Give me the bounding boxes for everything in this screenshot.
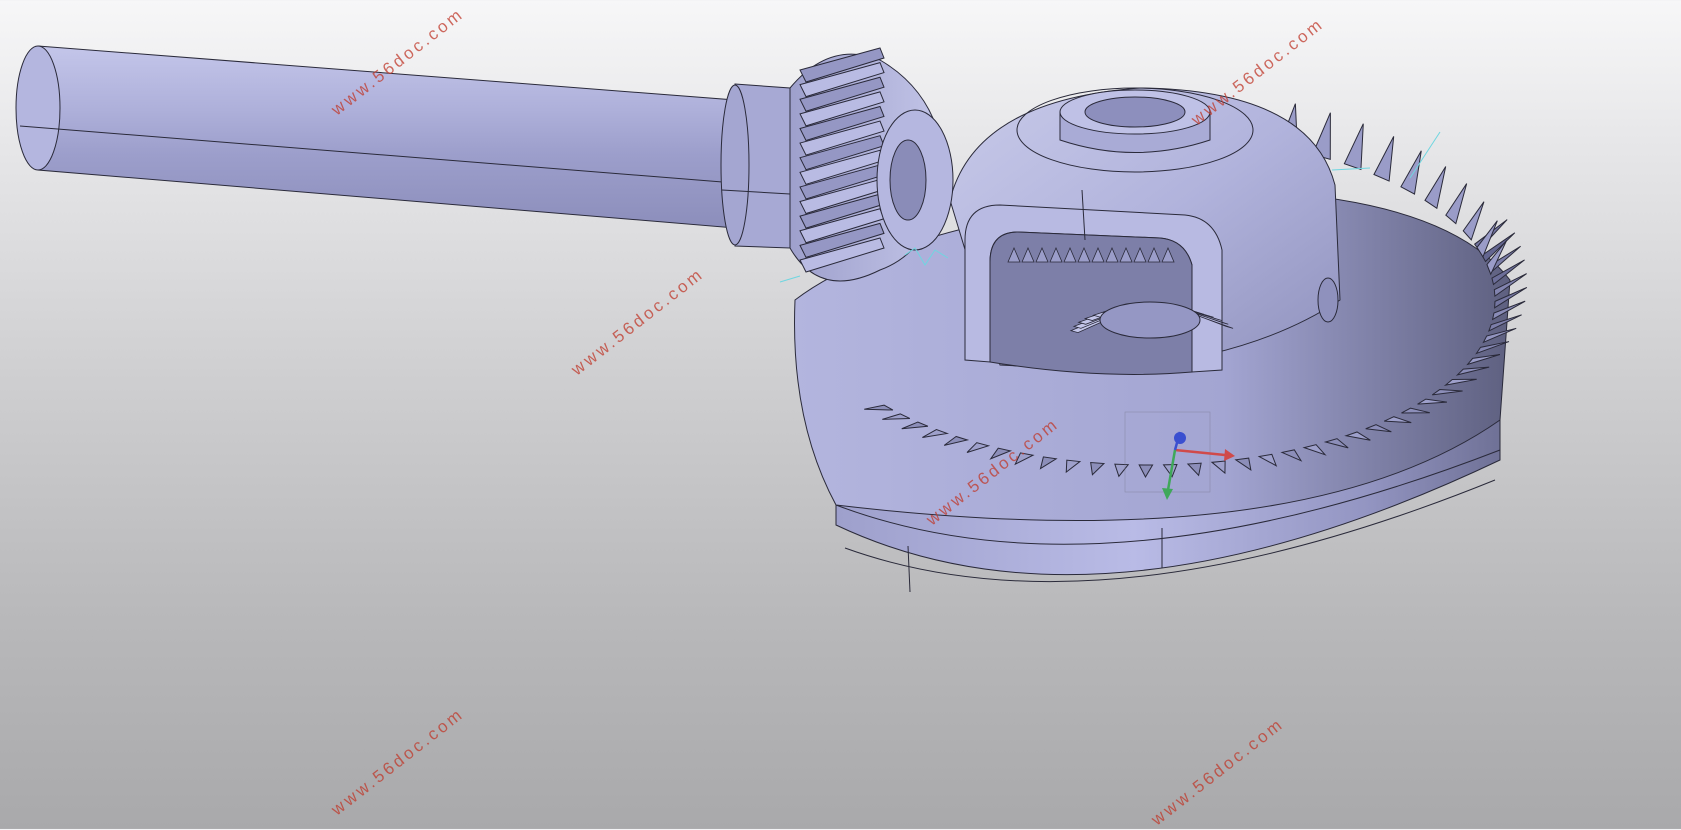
pinion-gear[interactable] xyxy=(789,47,954,282)
gear-tooth xyxy=(1462,201,1485,241)
model-canvas[interactable] xyxy=(0,0,1681,829)
gear-tooth xyxy=(1343,123,1364,171)
shaft[interactable] xyxy=(15,45,791,249)
gear-tooth xyxy=(1373,136,1395,182)
gear-tooth xyxy=(1424,166,1447,210)
differential-housing[interactable] xyxy=(949,87,1341,375)
cad-viewport[interactable]: www.56doc.com www.56doc.com www.56doc.co… xyxy=(0,0,1681,829)
gear-tooth xyxy=(1400,150,1422,195)
gear-tooth xyxy=(1445,183,1468,225)
